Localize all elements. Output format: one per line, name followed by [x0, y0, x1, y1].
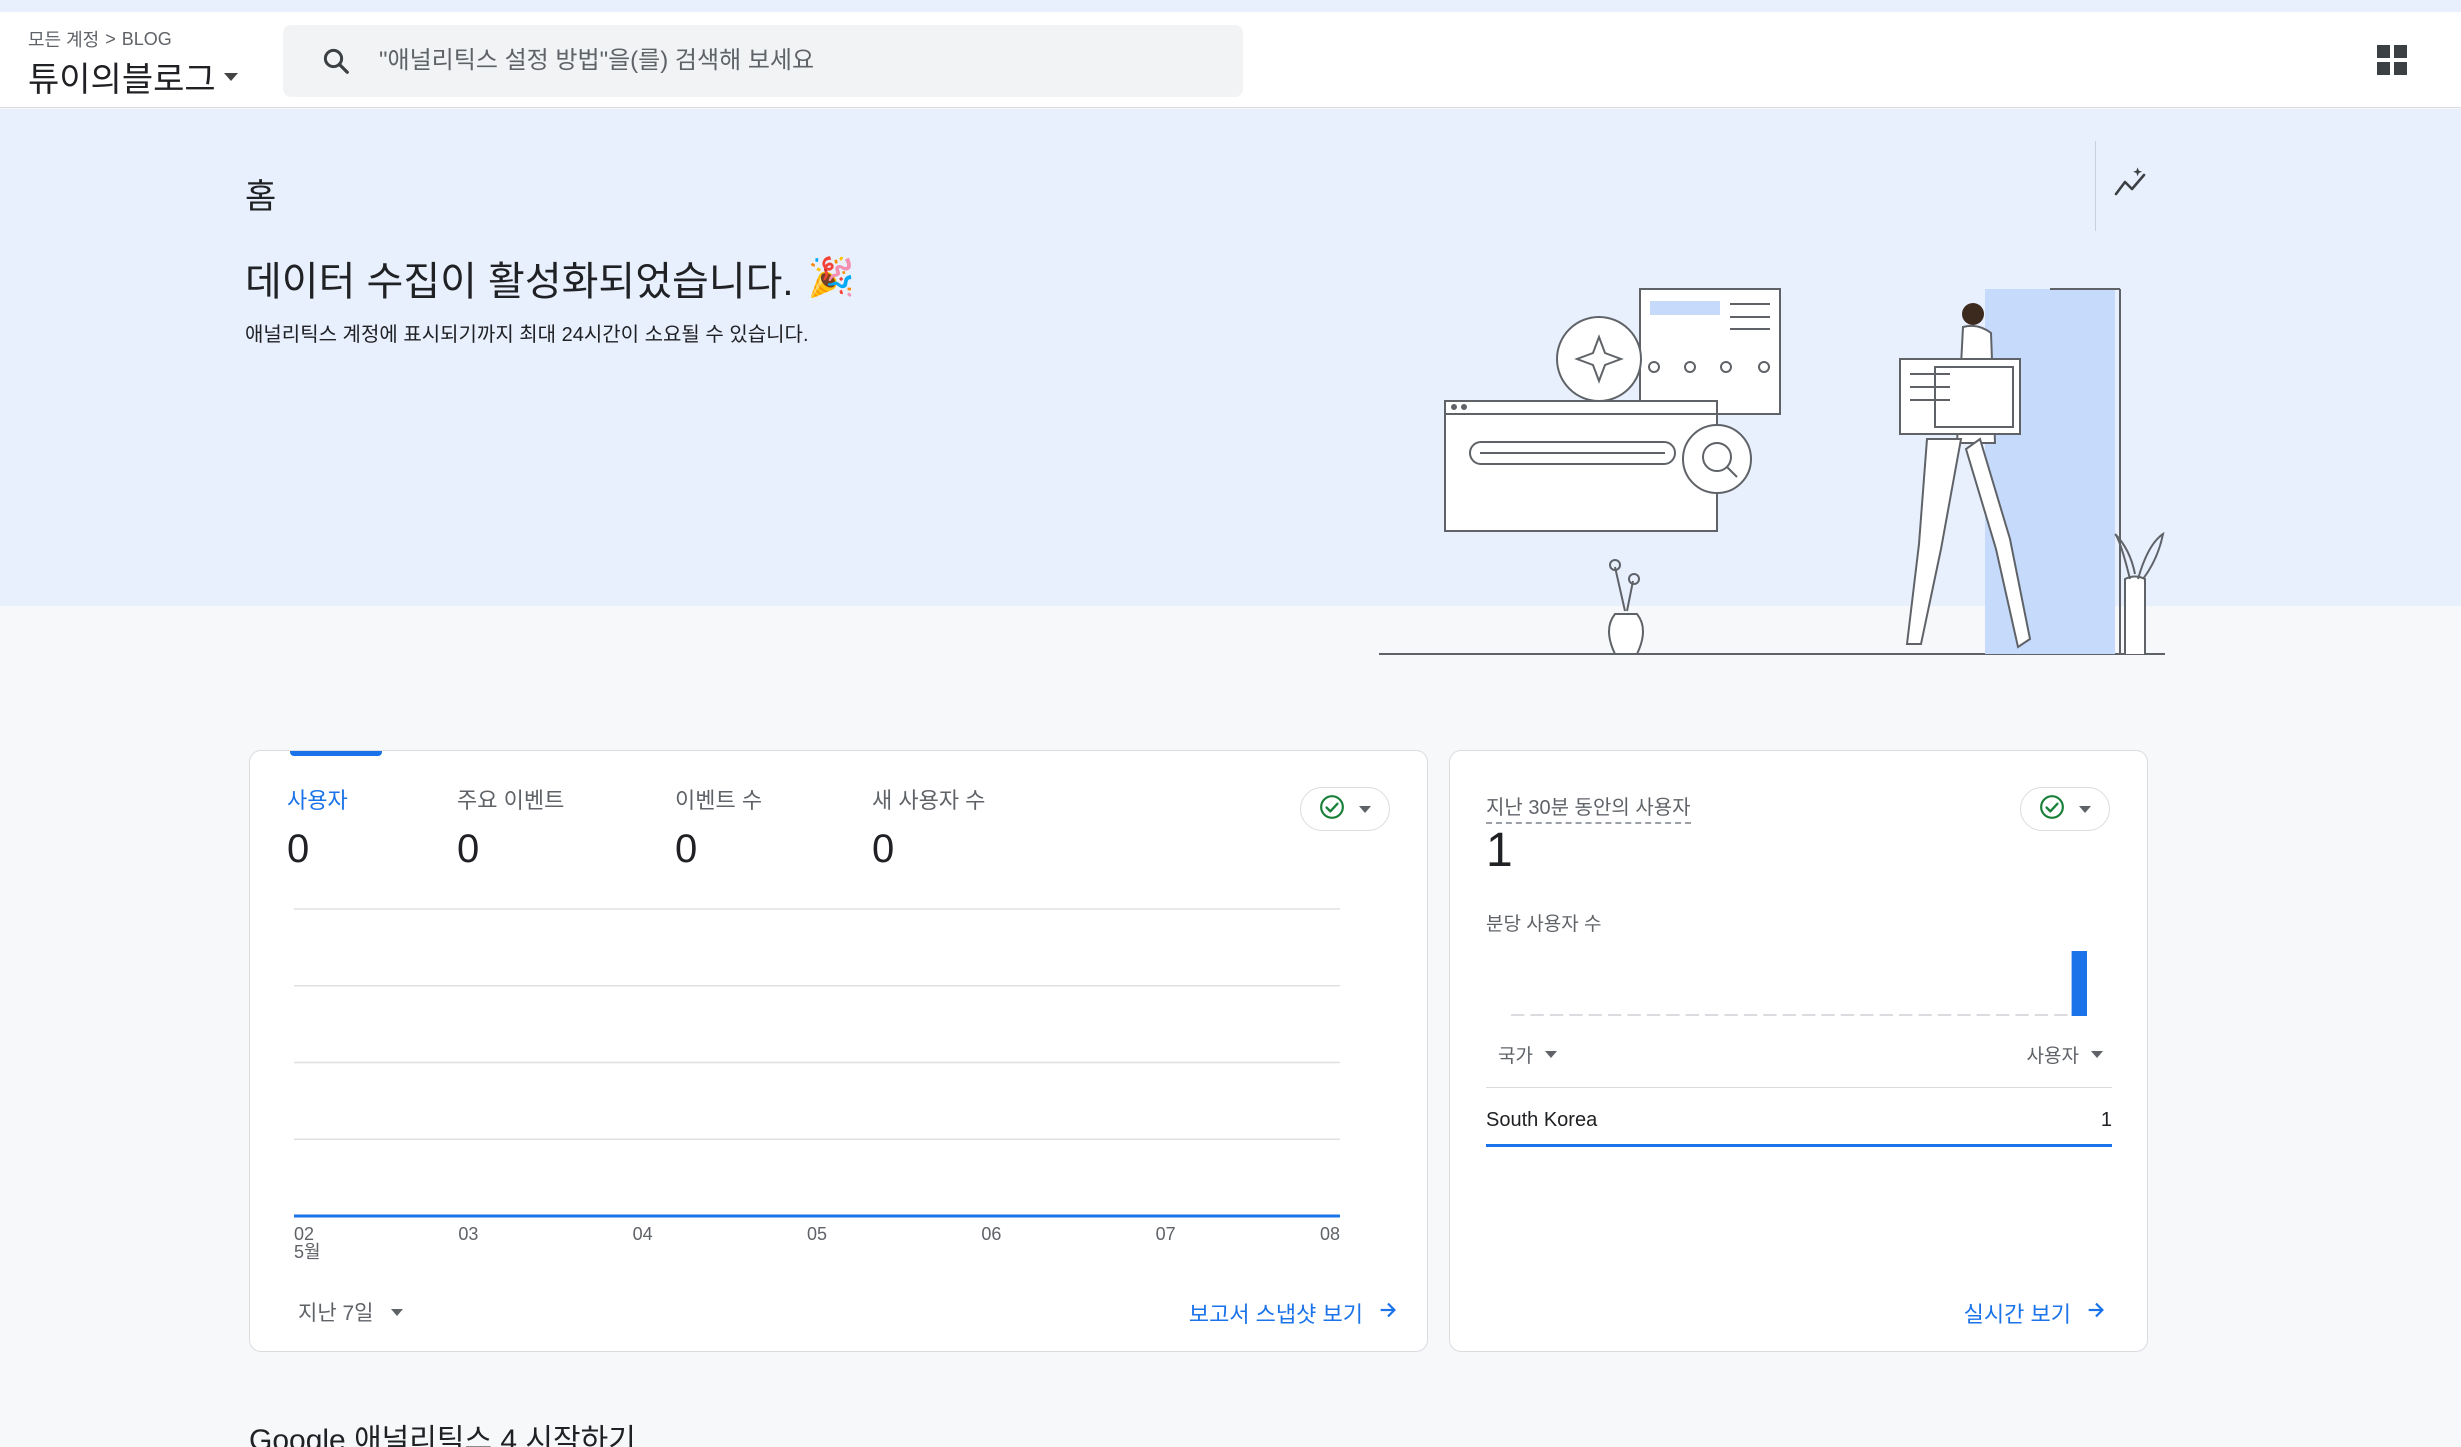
metric-selector[interactable]: 사용자 [2027, 1041, 2103, 1068]
bar [1530, 1014, 1544, 1016]
bar [1646, 1014, 1661, 1016]
users-cell: 1 [2100, 1109, 2112, 1131]
insights-button[interactable] [2095, 141, 2165, 231]
bar [1511, 1014, 1525, 1016]
bar [1724, 1014, 1738, 1016]
breadcrumb[interactable]: 모든 계정 > BLOG [28, 26, 172, 52]
overview-card: 사용자 0 주요 이벤트 0 이벤트 수 0 새 사용자 수 0 02 03 04 0… [249, 750, 1428, 1352]
bar [1821, 1014, 1835, 1016]
bar [1860, 1014, 1874, 1016]
bar [1976, 1014, 1990, 1016]
bar [1685, 1014, 1699, 1016]
dimension-selector[interactable]: 국가 [1498, 1041, 1557, 1068]
view-snapshot-label: 보고서 스냅샷 보기 [1188, 1302, 1363, 1327]
page-title: 홈 [245, 178, 277, 216]
insights-sparkle-icon [2113, 166, 2149, 207]
x-tick-label: 03 [458, 1224, 478, 1244]
hero-illustration [1375, 249, 2175, 674]
app-header: 모든 계정 > BLOG 튜이의블로그 [0, 12, 2461, 108]
bar [1918, 1014, 1932, 1016]
property-selector[interactable]: 튜이의블로그 [28, 52, 238, 101]
realtime-card: 지난 30분 동안의 사용자 1 분당 사용자 수 국가 사용자 South K… [1449, 750, 2148, 1352]
bar [1627, 1014, 1641, 1016]
search-bar[interactable] [283, 25, 1243, 97]
bar [1763, 1014, 1777, 1016]
x-tick-label: 04 [633, 1224, 653, 1244]
arrow-right-icon [2085, 1299, 2107, 1327]
users-per-minute-bar-chart [1511, 951, 2087, 1016]
country-cell: South Korea [1486, 1109, 1598, 1131]
table-row[interactable]: South Korea 1 [1486, 1097, 2112, 1147]
view-realtime-link[interactable]: 실시간 보기 [1964, 1297, 2107, 1329]
x-tick-label: 05 [807, 1224, 827, 1244]
chevron-down-icon [2091, 1051, 2103, 1058]
chevron-down-icon [391, 1308, 404, 1316]
bar [1996, 1014, 2010, 1016]
breadcrumb-separator: > [105, 28, 116, 49]
x-tick-label: 08 [1320, 1224, 1340, 1244]
chevron-down-icon [1544, 1051, 1557, 1058]
status-message: 데이터 수집이 활성화되었습니다. 🎉 [245, 249, 855, 307]
status-subtext: 애널리틱스 계정에 표시되기까지 최대 24시간이 소요될 수 있습니다. [245, 324, 809, 346]
date-range-label: 지난 7일 [298, 1302, 374, 1325]
bar [1608, 1014, 1622, 1016]
view-snapshot-link[interactable]: 보고서 스냅샷 보기 [1189, 1297, 1399, 1329]
bar [1782, 1014, 1796, 1016]
bar [1743, 1014, 1758, 1016]
bar [2015, 1014, 2029, 1016]
bar [1802, 1014, 1816, 1016]
chevron-down-icon [223, 72, 238, 81]
bar [1937, 1014, 1952, 1016]
bar [2054, 1014, 2068, 1016]
search-input[interactable] [379, 47, 1219, 75]
search-icon [321, 46, 351, 76]
bar [2034, 1014, 2049, 1016]
bar [1879, 1014, 1893, 1016]
x-tick-label: 07 [1156, 1224, 1176, 1244]
arrow-right-icon [1377, 1299, 1399, 1327]
apps-grid-icon[interactable] [2377, 45, 2407, 75]
property-name: 튜이의블로그 [28, 61, 216, 99]
bar [1588, 1014, 1602, 1016]
bar [1666, 1014, 1680, 1016]
table-divider [1486, 1087, 2112, 1088]
date-range-selector[interactable]: 지난 7일 [298, 1297, 404, 1327]
x-tick-label: 06 [981, 1224, 1001, 1244]
dimension-label: 국가 [1498, 1046, 1533, 1067]
bar [1957, 1014, 1971, 1016]
bar [2071, 951, 2087, 1016]
hero-banner: 홈 데이터 수집이 활성화되었습니다. 🎉 애널리틱스 계정에 표시되기까지 최… [0, 109, 2461, 655]
party-popper-icon: 🎉 [807, 257, 855, 299]
x-tick-sublabel: 5월 [294, 1242, 321, 1262]
bar [1705, 1014, 1719, 1016]
bar [1549, 1014, 1564, 1016]
x-tick-label: 02 [294, 1224, 314, 1244]
status-message-text: 데이터 수집이 활성화되었습니다. [245, 260, 794, 304]
section-title: Google 애널리틱스 4 시작하기 [249, 1424, 636, 1447]
bar [1840, 1014, 1855, 1016]
bar [1899, 1014, 1913, 1016]
view-realtime-label: 실시간 보기 [1963, 1302, 2071, 1327]
breadcrumb-account[interactable]: BLOG [122, 29, 172, 50]
top-strip [0, 0, 2461, 12]
metric-selector-label: 사용자 [2026, 1046, 2079, 1067]
bar [1569, 1014, 1583, 1016]
breadcrumb-root[interactable]: 모든 계정 [28, 26, 99, 52]
users-line-chart: 02 03 04 05 06 07 08 5월 [293, 908, 1341, 1262]
